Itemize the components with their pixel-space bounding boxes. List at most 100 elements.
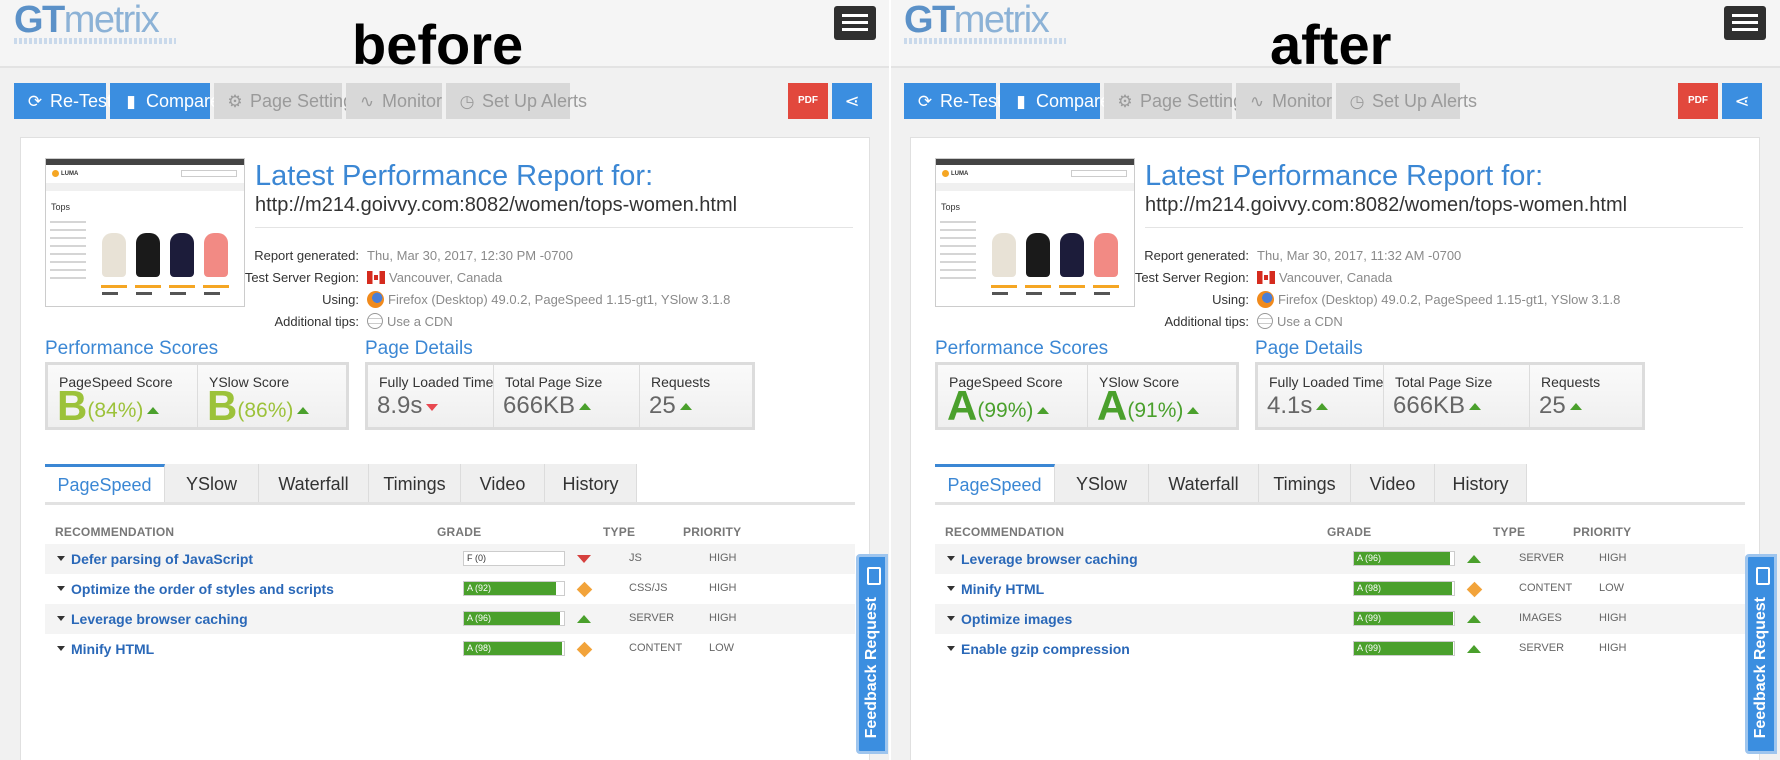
monitor-button[interactable]: ∿ Monitor — [1236, 83, 1332, 119]
recommendation-row[interactable]: Minify HTML A (98) CONTENT LOW — [45, 634, 855, 664]
tab-yslow[interactable]: YSlow — [1055, 464, 1149, 504]
top-bar: GTmetrix before — [0, 0, 890, 76]
recommendation-name[interactable]: Optimize images — [961, 611, 1072, 627]
caret-down-icon[interactable] — [947, 556, 955, 561]
recommendation-name[interactable]: Leverage browser caching — [71, 611, 248, 627]
share-button[interactable]: ⋖ — [1722, 83, 1762, 119]
canada-flag-icon — [1257, 271, 1275, 284]
report-card: LUMA Tops Latest Performance Report for:… — [20, 137, 870, 760]
tab-yslow[interactable]: YSlow — [165, 464, 259, 504]
caret-down-icon[interactable] — [947, 616, 955, 621]
set-up-alerts-button[interactable]: ◷ Set Up Alerts — [1336, 83, 1477, 119]
recommendation-row[interactable]: Enable gzip compression A (99) SERVER HIGH — [935, 634, 1745, 664]
globe-icon — [1257, 313, 1273, 329]
up-arrow-icon — [147, 407, 160, 414]
gtmetrix-logo[interactable]: GTmetrix — [14, 0, 160, 40]
caret-down-icon[interactable] — [57, 646, 65, 651]
recommendation-priority: HIGH — [709, 552, 737, 564]
recommendation-name[interactable]: Leverage browser caching — [961, 551, 1138, 567]
caret-down-icon[interactable] — [947, 586, 955, 591]
menu-icon[interactable] — [1724, 6, 1766, 40]
recommendation-row[interactable]: Defer parsing of JavaScript F (0) JS HIGH — [45, 544, 855, 574]
tab-waterfall[interactable]: Waterfall — [259, 464, 369, 504]
diamond-icon — [1466, 581, 1483, 598]
monitor-button[interactable]: ∿ Monitor — [346, 83, 442, 119]
column-header-recommendation: RECOMMENDATION — [55, 525, 175, 539]
document-icon: ▮ — [126, 92, 136, 111]
retest-button[interactable]: ⟳ Re-Test — [14, 83, 112, 119]
caret-down-icon[interactable] — [57, 616, 65, 621]
share-button[interactable]: ⋖ — [832, 83, 872, 119]
recommendation-name[interactable]: Enable gzip compression — [961, 641, 1130, 657]
recommendation-type: CONTENT — [629, 642, 683, 654]
pulse-icon: ∿ — [359, 92, 375, 111]
recommendation-priority: HIGH — [709, 612, 737, 624]
tab-video[interactable]: Video — [1351, 464, 1435, 504]
tab-history[interactable]: History — [545, 464, 637, 504]
tab-video[interactable]: Video — [461, 464, 545, 504]
feedback-request-button[interactable]: Feedback Request — [1745, 554, 1777, 754]
refresh-icon: ⟳ — [917, 92, 933, 111]
page-details-heading: Page Details — [365, 338, 473, 359]
recommendation-priority: LOW — [1599, 582, 1625, 594]
recommendation-name[interactable]: Minify HTML — [961, 581, 1044, 597]
set-up-alerts-button[interactable]: ◷ Set Up Alerts — [446, 83, 587, 119]
recommendation-row[interactable]: Minify HTML A (98) CONTENT LOW — [935, 574, 1745, 604]
trend-arrow-icon — [426, 404, 439, 411]
recommendation-name[interactable]: Minify HTML — [71, 641, 154, 657]
up-arrow-icon — [1467, 645, 1481, 653]
pagespeed-grade: B — [57, 382, 88, 429]
grade-bar: A (98) — [1353, 581, 1455, 596]
grade-bar-fill: A (99) — [1354, 642, 1453, 655]
page-settings-button[interactable]: ⚙ Page Settings — [214, 83, 362, 119]
recommendation-row[interactable]: Leverage browser caching A (96) SERVER HIGH — [45, 604, 855, 634]
performance-scores-box: PageSpeed Score A(99%) YSlow Score A(91%… — [935, 362, 1239, 430]
requests: Requests 25 — [649, 374, 711, 419]
recommendation-type: CONTENT — [1519, 582, 1573, 594]
caret-down-icon[interactable] — [57, 586, 65, 591]
column-header-grade: GRADE — [437, 525, 482, 539]
recommendation-name[interactable]: Defer parsing of JavaScript — [71, 551, 253, 567]
caret-down-icon[interactable] — [947, 646, 955, 651]
grade-bar: A (99) — [1353, 611, 1455, 626]
grade-bar-fill: A (99) — [1354, 612, 1453, 625]
tab-timings[interactable]: Timings — [369, 464, 461, 504]
tab-pagespeed[interactable]: PageSpeed — [45, 464, 165, 504]
recommendation-row[interactable]: Optimize the order of styles and scripts… — [45, 574, 855, 604]
page-details-box: Fully Loaded Time 8.9s Total Page Size 6… — [365, 362, 755, 430]
feedback-request-button[interactable]: Feedback Request — [856, 554, 888, 754]
grade-bar-fill: F (0) — [467, 553, 486, 563]
grade-bar: A (92) — [463, 581, 565, 596]
page-settings-button[interactable]: ⚙ Page Settings — [1104, 83, 1252, 119]
retest-button[interactable]: ⟳ Re-Test — [904, 83, 1002, 119]
report-url[interactable]: http://m214.goivvy.com:8082/women/tops-w… — [1145, 194, 1627, 217]
grade-bar-fill: A (98) — [1354, 582, 1452, 595]
recommendation-type: SERVER — [1519, 642, 1565, 654]
recommendation-name[interactable]: Optimize the order of styles and scripts — [71, 581, 334, 597]
tab-pagespeed[interactable]: PageSpeed — [935, 464, 1055, 504]
up-arrow-icon — [1469, 403, 1482, 410]
tab-history[interactable]: History — [1435, 464, 1527, 504]
compare-button[interactable]: ▮ Compare — [110, 83, 220, 119]
diamond-icon — [576, 581, 593, 598]
pdf-button[interactable]: PDF — [788, 83, 828, 119]
caret-down-icon[interactable] — [57, 556, 65, 561]
firefox-icon — [367, 291, 384, 308]
yslow-grade: A — [1097, 382, 1128, 429]
report-title: Latest Performance Report for: — [1145, 160, 1544, 192]
pdf-button[interactable]: PDF — [1678, 83, 1718, 119]
gtmetrix-logo[interactable]: GTmetrix — [904, 0, 1050, 40]
report-url[interactable]: http://m214.goivvy.com:8082/women/tops-w… — [255, 194, 737, 217]
recommendation-priority: HIGH — [1599, 612, 1627, 624]
recommendation-row[interactable]: Leverage browser caching A (96) SERVER HIGH — [935, 544, 1745, 574]
column-header-type: TYPE — [1493, 525, 1526, 539]
divider — [1145, 227, 1743, 228]
menu-icon[interactable] — [834, 6, 876, 40]
compare-button[interactable]: ▮ Compare — [1000, 83, 1110, 119]
tab-waterfall[interactable]: Waterfall — [1149, 464, 1259, 504]
up-arrow-icon — [1569, 403, 1582, 410]
tab-timings[interactable]: Timings — [1259, 464, 1351, 504]
refresh-icon: ⟳ — [27, 92, 43, 111]
before-report-panel: GTmetrix before ⟳ Re-Test ▮ Compare ⚙ Page … — [0, 0, 890, 760]
recommendation-row[interactable]: Optimize images A (99) IMAGES HIGH — [935, 604, 1745, 634]
